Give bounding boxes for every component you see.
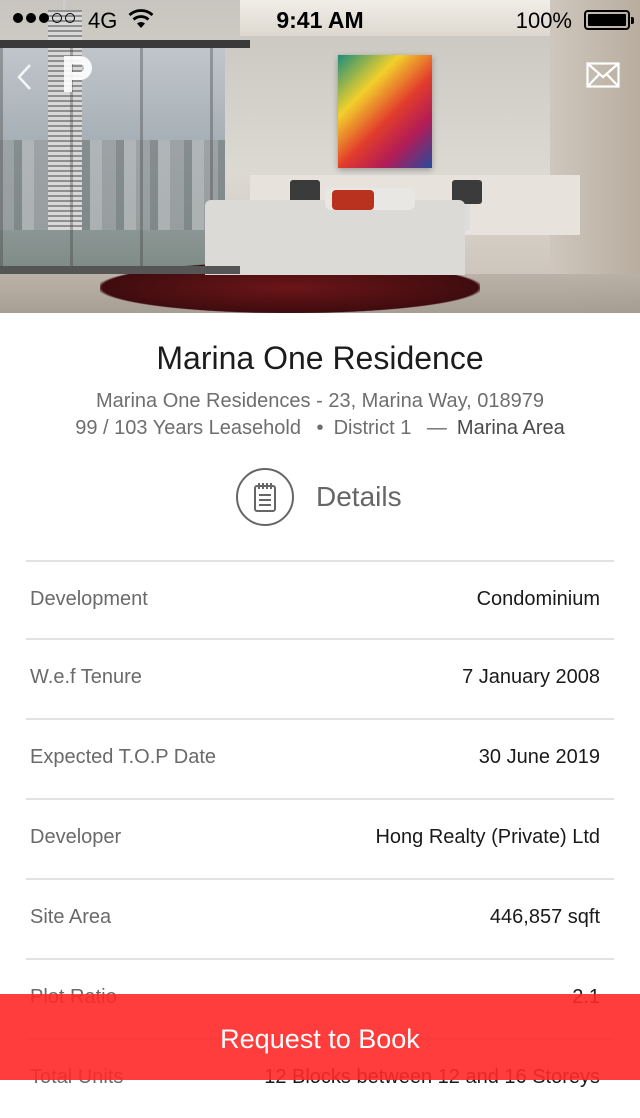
- battery-percentage: 100%: [515, 8, 572, 33]
- battery-icon: [584, 10, 634, 30]
- detail-row: Development Condominium: [26, 560, 614, 638]
- property-meta: 99 / 103 Years Leasehold • District 1 — Ma…: [0, 417, 640, 440]
- detail-value: 7 January 2008: [462, 666, 600, 688]
- request-to-book-label: Request to Book: [220, 1024, 420, 1054]
- brand-logo: [64, 56, 92, 92]
- area-text: Marina Area: [456, 417, 565, 439]
- detail-label: Developer: [30, 826, 122, 848]
- detail-value: 446,857 sqft: [489, 906, 600, 928]
- painting: [338, 55, 432, 168]
- notepad-icon: [236, 468, 294, 526]
- details-header: Details: [236, 468, 402, 526]
- detail-value: 30 June 2019: [478, 746, 600, 768]
- request-to-book-button[interactable]: Request to Book: [0, 994, 640, 1080]
- detail-value: Hong Realty (Private) Ltd: [375, 826, 600, 848]
- details-title: Details: [316, 481, 402, 512]
- property-title: Marina One Residence: [156, 340, 484, 376]
- status-bar: 4G 9:41 AM 100%: [0, 0, 640, 40]
- detail-label: Expected T.O.P Date: [30, 746, 217, 768]
- hero-image: [0, 0, 640, 313]
- mail-icon[interactable]: [586, 62, 620, 88]
- detail-row: Developer Hong Realty (Private) Ltd: [26, 798, 614, 878]
- detail-value: Condominium: [476, 588, 600, 610]
- detail-row: Expected T.O.P Date 30 June 2019: [26, 718, 614, 798]
- tenure-text: 99 / 103 Years Leasehold: [75, 417, 301, 439]
- back-chevron-icon[interactable]: [14, 62, 36, 92]
- separator-dash: —: [426, 417, 447, 439]
- detail-row: W.e.f Tenure 7 January 2008: [26, 638, 614, 718]
- bed: [205, 188, 465, 275]
- detail-label: Site Area: [30, 906, 112, 928]
- detail-label: W.e.f Tenure: [30, 666, 142, 688]
- detail-label: Development: [30, 588, 148, 610]
- separator-dot: •: [316, 417, 324, 439]
- detail-row: Site Area 446,857 sqft: [26, 878, 614, 958]
- property-address: Marina One Residences - 23, Marina Way, …: [96, 390, 544, 412]
- district-text: District 1: [333, 417, 412, 439]
